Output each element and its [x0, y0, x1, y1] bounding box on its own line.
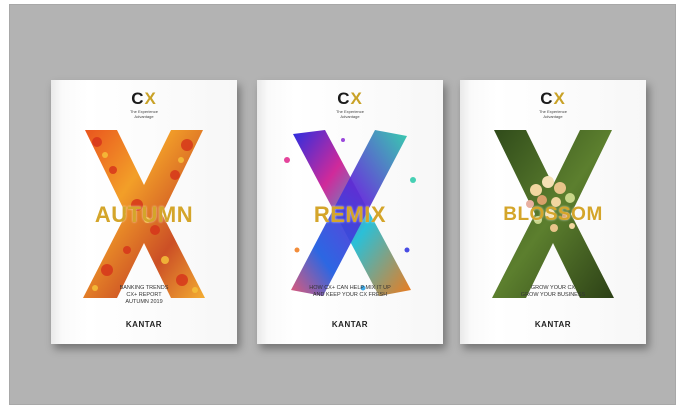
cx-logo-x: X: [553, 89, 566, 108]
report-cover-autumn: CX The Experience Advantage AUTUMN BANKI…: [51, 80, 237, 344]
cx-logo-x: X: [350, 89, 363, 108]
subtitle-line: GROW YOUR BUSINESS: [520, 292, 586, 298]
subtitle-line: AUTUMN 2019: [125, 299, 163, 305]
cover-subtitle: GROW YOUR CX GROW YOUR BUSINESS: [470, 285, 636, 299]
report-cover-blossom: CX The Experience Advantage BLOSSOM GROW…: [460, 80, 646, 344]
report-cover-remix: CX The Experience Advantage REMIX HOW CX…: [257, 80, 443, 344]
logo-tagline: The Experience Advantage: [129, 109, 158, 119]
subtitle-line: BANKING TRENDS: [119, 285, 169, 291]
cx-logo: CX: [257, 90, 443, 107]
display-background: CX The Experience Advantage AUTUMN BANKI…: [9, 4, 676, 405]
subtitle-line: AND KEEP YOUR CX FRESH: [312, 292, 388, 298]
cx-logo-x: X: [144, 89, 157, 108]
kantar-brand: KANTAR: [331, 320, 369, 329]
cover-title: AUTUMN: [94, 202, 194, 227]
cx-logo: CX: [51, 90, 237, 107]
cx-logo-c: C: [337, 89, 351, 108]
cover-subtitle: HOW CX+ CAN HELP MIX IT UP AND KEEP YOUR…: [267, 285, 433, 299]
cover-title: REMIX: [313, 202, 387, 227]
subtitle-line: HOW CX+ CAN HELP MIX IT UP: [309, 285, 391, 291]
cover-subtitle: BANKING TRENDS CX+ REPORT AUTUMN 2019: [61, 285, 227, 306]
cx-logo: CX: [460, 90, 646, 107]
kantar-brand: KANTAR: [125, 320, 163, 329]
cx-logo-c: C: [540, 89, 554, 108]
cover-title: BLOSSOM: [503, 204, 603, 225]
subtitle-line: CX+ REPORT: [126, 292, 162, 298]
kantar-brand: KANTAR: [534, 320, 572, 329]
logo-tagline: The Experience Advantage: [335, 109, 364, 119]
cx-logo-c: C: [131, 89, 145, 108]
logo-tagline: The Experience Advantage: [538, 109, 567, 119]
subtitle-line: GROW YOUR CX: [530, 285, 576, 291]
